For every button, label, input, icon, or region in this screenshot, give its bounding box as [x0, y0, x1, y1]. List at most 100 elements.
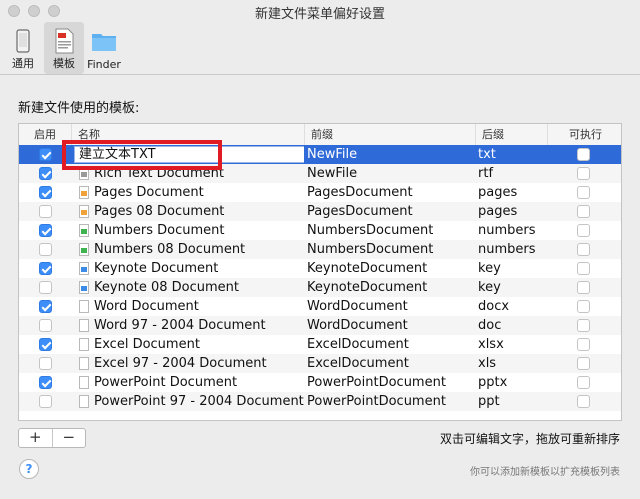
folder-icon — [92, 34, 116, 51]
table-row[interactable]: Excel 97 - 2004 Document ExcelDocument xls — [19, 354, 621, 373]
enabled-checkbox[interactable] — [39, 205, 52, 218]
executable-checkbox[interactable] — [577, 243, 590, 256]
prefix-cell[interactable]: WordDocument — [307, 297, 475, 316]
table-row[interactable]: Keynote Document KeynoteDocument key — [19, 259, 621, 278]
prefix-cell[interactable]: NewFile — [307, 164, 475, 183]
enabled-checkbox[interactable] — [39, 186, 52, 199]
suffix-cell[interactable]: pages — [478, 183, 548, 202]
enabled-cell — [19, 221, 71, 240]
remove-template-button[interactable]: − — [51, 429, 86, 447]
table-row[interactable]: Keynote 08 Document KeynoteDocument key — [19, 278, 621, 297]
executable-checkbox[interactable] — [577, 186, 590, 199]
executable-checkbox[interactable] — [577, 224, 590, 237]
table-row[interactable]: Pages 08 Document PagesDocument pages — [19, 202, 621, 221]
name-cell[interactable]: Numbers 08 Document — [74, 240, 304, 259]
enabled-checkbox[interactable] — [39, 395, 52, 408]
enabled-checkbox[interactable] — [39, 319, 52, 332]
suffix-cell[interactable]: xlsx — [478, 335, 548, 354]
table-row[interactable]: PowerPoint 97 - 2004 Document PowerPointD… — [19, 392, 621, 411]
add-remove-buttons: + − — [18, 428, 86, 448]
suffix-cell[interactable]: numbers — [478, 221, 548, 240]
prefix-cell[interactable]: PagesDocument — [307, 183, 475, 202]
executable-checkbox[interactable] — [577, 376, 590, 389]
powerpoint-doc-icon — [79, 395, 89, 408]
help-button[interactable]: ? — [19, 459, 39, 479]
prefix-cell[interactable]: KeynoteDocument — [307, 278, 475, 297]
executable-checkbox[interactable] — [577, 148, 590, 161]
name-cell[interactable]: PowerPoint Document — [74, 373, 304, 392]
table-row[interactable]: Numbers Document NumbersDocument numbers — [19, 221, 621, 240]
col-header-suffix[interactable]: 后缀 — [475, 124, 547, 145]
prefix-cell[interactable]: PowerPointDocument — [307, 373, 475, 392]
executable-checkbox[interactable] — [577, 357, 590, 370]
table-row[interactable]: Excel Document ExcelDocument xlsx — [19, 335, 621, 354]
prefix-cell[interactable]: ExcelDocument — [307, 354, 475, 373]
name-cell[interactable]: Pages Document — [74, 183, 304, 202]
enabled-checkbox[interactable] — [39, 338, 52, 351]
enabled-checkbox[interactable] — [39, 262, 52, 275]
suffix-cell[interactable]: rtf — [478, 164, 548, 183]
enabled-checkbox[interactable] — [39, 376, 52, 389]
name-cell[interactable]: Keynote 08 Document — [74, 278, 304, 297]
executable-checkbox[interactable] — [577, 319, 590, 332]
suffix-cell[interactable]: txt — [478, 145, 548, 164]
table-row[interactable]: Numbers 08 Document NumbersDocument number… — [19, 240, 621, 259]
prefix-cell[interactable]: NewFile — [307, 145, 475, 164]
col-header-executable[interactable]: 可执行 — [547, 124, 621, 145]
prefix-cell[interactable]: WordDocument — [307, 316, 475, 335]
executable-checkbox[interactable] — [577, 167, 590, 180]
executable-checkbox[interactable] — [577, 262, 590, 275]
table-row[interactable]: PowerPoint Document PowerPointDocument ppt… — [19, 373, 621, 392]
prefix-cell[interactable]: KeynoteDocument — [307, 259, 475, 278]
name-cell[interactable]: Excel Document — [74, 335, 304, 354]
add-template-button[interactable]: + — [19, 429, 52, 447]
suffix-cell[interactable]: ppt — [478, 392, 548, 411]
enabled-checkbox[interactable] — [39, 148, 52, 161]
prefix-cell[interactable]: NumbersDocument — [307, 221, 475, 240]
powerpoint-doc-icon — [79, 376, 89, 389]
enabled-checkbox[interactable] — [39, 167, 52, 180]
suffix-cell[interactable]: docx — [478, 297, 548, 316]
name-cell[interactable]: PowerPoint 97 - 2004 Document — [74, 392, 304, 411]
tab-templates[interactable]: 模板 — [44, 22, 84, 74]
executable-checkbox[interactable] — [577, 281, 590, 294]
template-name: Keynote 08 Document — [94, 280, 240, 295]
toolbar: 通用 模板 Finder — [0, 22, 640, 75]
name-cell[interactable]: Pages 08 Document — [74, 202, 304, 221]
suffix-cell[interactable]: key — [478, 259, 548, 278]
prefix-cell[interactable]: NumbersDocument — [307, 240, 475, 259]
name-cell[interactable]: Word Document — [74, 297, 304, 316]
enabled-checkbox[interactable] — [39, 224, 52, 237]
tab-finder[interactable]: Finder — [84, 22, 124, 74]
table-row[interactable]: Word Document WordDocument docx — [19, 297, 621, 316]
suffix-cell[interactable]: pptx — [478, 373, 548, 392]
executable-cell — [547, 297, 621, 316]
enabled-checkbox[interactable] — [39, 243, 52, 256]
executable-checkbox[interactable] — [577, 338, 590, 351]
suffix-cell[interactable]: doc — [478, 316, 548, 335]
tab-general[interactable]: 通用 — [3, 22, 43, 74]
excel-doc-icon — [79, 357, 89, 370]
executable-checkbox[interactable] — [577, 395, 590, 408]
executable-checkbox[interactable] — [577, 300, 590, 313]
prefix-cell[interactable]: PagesDocument — [307, 202, 475, 221]
executable-cell — [547, 183, 621, 202]
executable-checkbox[interactable] — [577, 205, 590, 218]
col-header-prefix[interactable]: 前缀 — [304, 124, 475, 145]
suffix-cell[interactable]: numbers — [478, 240, 548, 259]
executable-cell — [547, 259, 621, 278]
prefix-cell[interactable]: PowerPointDocument — [307, 392, 475, 411]
suffix-cell[interactable]: key — [478, 278, 548, 297]
prefix-cell[interactable]: ExcelDocument — [307, 335, 475, 354]
enabled-checkbox[interactable] — [39, 300, 52, 313]
table-row[interactable]: Pages Document PagesDocument pages — [19, 183, 621, 202]
name-cell[interactable]: Word 97 - 2004 Document — [74, 316, 304, 335]
name-cell[interactable]: Excel 97 - 2004 Document — [74, 354, 304, 373]
name-cell[interactable]: Numbers Document — [74, 221, 304, 240]
suffix-cell[interactable]: pages — [478, 202, 548, 221]
name-cell[interactable]: Keynote Document — [74, 259, 304, 278]
suffix-cell[interactable]: xls — [478, 354, 548, 373]
enabled-checkbox[interactable] — [39, 357, 52, 370]
table-row[interactable]: Word 97 - 2004 Document WordDocument doc — [19, 316, 621, 335]
enabled-checkbox[interactable] — [39, 281, 52, 294]
